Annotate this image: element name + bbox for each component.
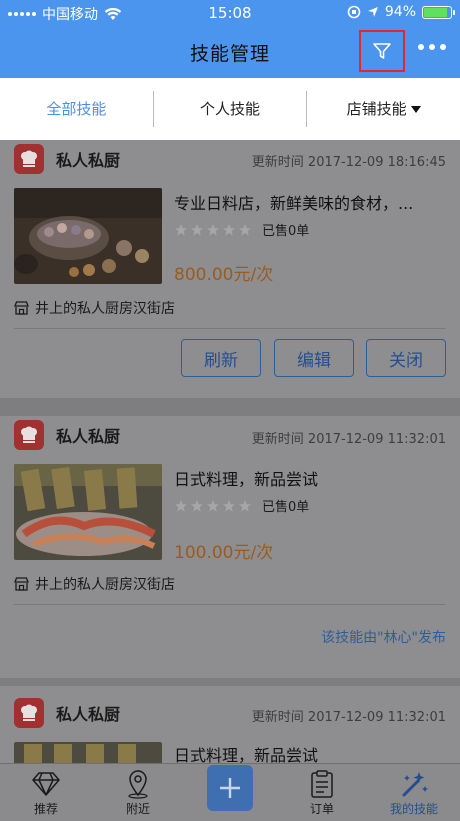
location-arrow-icon [367, 7, 378, 17]
tabbar-label: 推荐 [33, 802, 58, 816]
shop-name: 私人私厨 [56, 427, 121, 446]
divider [14, 328, 446, 329]
publisher-note: 该技能由"林心"发布 [321, 630, 446, 646]
more-options-button[interactable] [418, 44, 446, 50]
shop-location-label: 井上的私人厨房汉街店 [35, 301, 175, 317]
location-pin-icon [126, 768, 150, 800]
tab-shop-skills[interactable]: 店铺技能 [307, 78, 460, 140]
skill-card[interactable]: 私人私厨 更新时间 2017-12-09 11:32:01 日式料理，新品尝试 [0, 416, 460, 678]
bottom-tab-bar: 推荐 附近 订单 我的技能 [0, 763, 460, 821]
star-icon [175, 223, 187, 235]
update-time: 更新时间 2017-12-09 11:32:01 [251, 710, 446, 725]
order-list-icon [309, 768, 335, 800]
skill-title: 日式料理，新品尝试 [174, 470, 319, 489]
chef-hat-icon [14, 420, 44, 450]
tabbar-label: 我的技能 [389, 802, 438, 816]
diamond-icon [31, 768, 61, 800]
star-icon [239, 499, 251, 511]
skill-image [14, 464, 162, 560]
tabbar-recommend[interactable]: 推荐 [0, 764, 92, 821]
plus-icon [207, 765, 253, 811]
status-bar: 中国移动 15:08 94% [0, 0, 460, 26]
tabbar-add[interactable] [184, 764, 276, 821]
magic-wand-icon [399, 768, 429, 800]
skill-image [14, 742, 162, 763]
tabbar-nearby[interactable]: 附近 [92, 764, 184, 821]
rotation-lock-icon [347, 5, 361, 19]
skill-card[interactable]: 私人私厨 更新时间 2017-12-09 11:32:01 日式料理，新品尝试 [0, 686, 460, 763]
skill-price: 800.00元/次 [174, 265, 274, 285]
skill-card[interactable]: 私人私厨 更新时间 2017-12-09 18:16:45 专业日料店，新鲜美味… [0, 140, 460, 398]
filter-button[interactable] [359, 30, 405, 72]
tab-all-skills[interactable]: 全部技能 [0, 78, 153, 140]
star-icon [239, 223, 251, 235]
store-icon [14, 301, 29, 315]
update-time: 更新时间 2017-12-09 11:32:01 [251, 432, 446, 447]
star-icon [223, 223, 235, 235]
star-icon [175, 499, 187, 511]
battery-percent: 94% [384, 4, 416, 20]
filter-icon [373, 43, 391, 59]
star-icon [223, 499, 235, 511]
tabbar-label: 订单 [309, 802, 334, 816]
tabbar-my-skills[interactable]: 我的技能 [368, 764, 460, 821]
tab-shop-skills-label: 店铺技能 [346, 100, 407, 118]
star-icon [207, 499, 219, 511]
star-icon [191, 499, 203, 511]
shop-location-label: 井上的私人厨房汉街店 [35, 577, 175, 593]
skill-price: 100.00元/次 [174, 543, 274, 563]
sold-count: 已售0单 [262, 500, 310, 515]
skill-title: 日式料理，新品尝试 [174, 746, 319, 763]
card-separator [0, 678, 460, 686]
rating: 已售0单 [174, 496, 309, 515]
card-separator [0, 398, 460, 416]
star-icon [207, 223, 219, 235]
sold-count: 已售0单 [262, 224, 310, 239]
dropdown-caret-icon [410, 106, 421, 113]
divider [14, 604, 446, 605]
shop-location: 井上的私人厨房汉街店 [14, 298, 175, 318]
tabbar-orders[interactable]: 订单 [276, 764, 368, 821]
skill-type-tabs: 全部技能 个人技能 店铺技能 [0, 78, 460, 140]
skill-image [14, 188, 162, 284]
tab-personal-skills[interactable]: 个人技能 [154, 78, 307, 140]
store-icon [14, 577, 29, 591]
rating: 已售0单 [174, 220, 309, 239]
shop-location: 井上的私人厨房汉街店 [14, 574, 175, 594]
chef-hat-icon [14, 144, 44, 174]
shop-name: 私人私厨 [56, 151, 121, 170]
shop-name: 私人私厨 [56, 705, 121, 724]
chef-hat-icon [14, 698, 44, 728]
update-time: 更新时间 2017-12-09 18:16:45 [251, 155, 446, 170]
star-icon [191, 223, 203, 235]
skill-management-screen: 中国移动 15:08 94% 技能管理 全部技能 个人技能 店铺技能 私人私厨 … [0, 0, 460, 821]
close-button[interactable]: 关闭 [366, 339, 446, 377]
refresh-button[interactable]: 刷新 [181, 339, 261, 377]
navigation-bar: 技能管理 [0, 26, 460, 78]
edit-button[interactable]: 编辑 [274, 339, 354, 377]
tabbar-label: 附近 [125, 802, 150, 816]
skill-title: 专业日料店，新鲜美味的食材，... [174, 194, 414, 213]
battery-icon [422, 5, 455, 19]
